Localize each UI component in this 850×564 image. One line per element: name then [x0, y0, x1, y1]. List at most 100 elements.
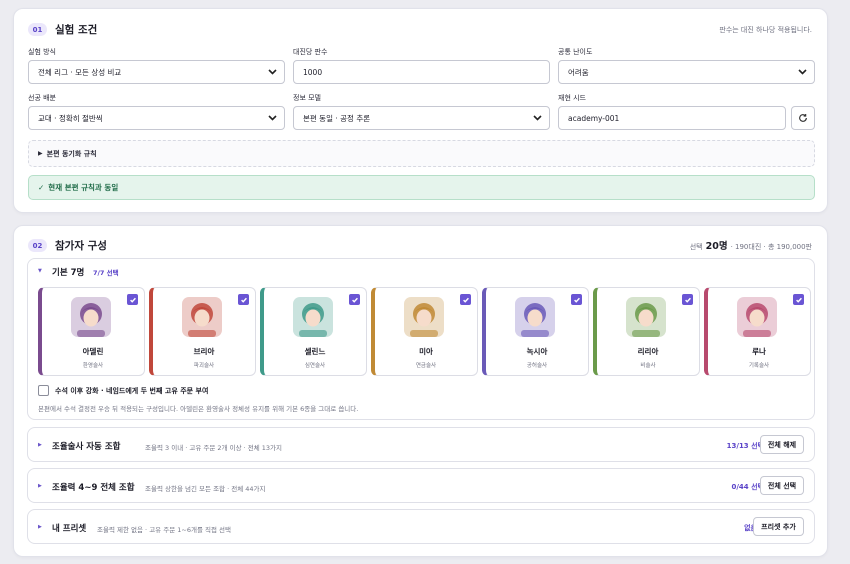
seed-value: academy-001 — [568, 113, 620, 123]
seed-label: 재현 시드 — [558, 94, 586, 102]
select-all-button[interactable]: 전체 선택 — [760, 476, 804, 495]
base-group-title: 기본 7명 — [52, 268, 85, 278]
chevron-down-icon — [268, 115, 277, 121]
participant-name: 녹시아 — [526, 347, 548, 356]
seed-input[interactable]: academy-001 — [558, 106, 786, 130]
participant-role: 심연술사 — [304, 363, 326, 369]
group-subtitle: 조율력 상한을 넘긴 모든 조합 · 전체 44가지 — [145, 485, 266, 493]
group-row: ▶ 조율술사 자동 조합 조율력 3 이내 · 고유 주문 2개 이상 · 전체… — [27, 427, 815, 462]
participant-avatar — [293, 297, 333, 337]
chevron-down-icon — [798, 69, 807, 75]
first-move-select[interactable]: 교대 · 정확히 절반씩 — [28, 106, 285, 130]
participant-name: 미아 — [419, 347, 433, 356]
caret-down-icon[interactable]: ▼ — [38, 268, 42, 274]
check-icon — [573, 297, 580, 303]
rounds-input[interactable]: 1000 — [293, 60, 550, 84]
base-participants-group: ▼ 기본 7명 7/7 선택 아델린 환영술사 브리아 파괴술사 셀린느 심연술사 미아 연금… — [27, 258, 815, 420]
rounds-hint: 판수는 대진 하나당 적용됩니다. — [719, 26, 812, 34]
rules-status-banner: ✓ 현재 본편 규칙과 동일 — [28, 175, 815, 200]
chevron-down-icon — [533, 115, 542, 121]
participant-card[interactable]: 녹시아공허술사 — [482, 287, 589, 376]
deselect-all-button[interactable]: 전체 해제 — [760, 435, 804, 454]
participant-role: 공허술사 — [526, 363, 548, 369]
participant-avatar — [515, 297, 555, 337]
sync-rules-toggle[interactable]: ▶ 본편 동기화 규칙 — [28, 140, 815, 167]
participant-card[interactable]: 루나 기록술사 — [704, 287, 811, 376]
enhancement-note: 본편에서 수석 결정전 우승 뒤 적용되는 구성입니다. 아델린은 환영술사 정… — [38, 405, 359, 413]
summary-rest: · 190대진 · 총 190,000판 — [730, 243, 812, 251]
participant-avatar — [626, 297, 666, 337]
first-move-label: 선공 배분 — [28, 94, 56, 102]
participant-card[interactable]: 아델린환영술사 — [38, 287, 145, 376]
section-number: 01 — [28, 23, 47, 36]
section-number: 02 — [28, 239, 47, 252]
check-icon — [795, 297, 802, 303]
caret-right-icon: ▶ — [38, 150, 43, 157]
participant-checkbox[interactable] — [571, 294, 582, 305]
caret-right-icon[interactable]: ▶ — [38, 524, 42, 530]
enhancement-checkbox[interactable] — [38, 385, 49, 396]
mode-select[interactable]: 전체 리그 · 모든 상성 비교 — [28, 60, 285, 84]
group-row: ▶ 내 프리셋 조율력 제한 없음 · 고유 주문 1~6개를 직접 선택 없음… — [27, 509, 815, 544]
participant-avatar — [404, 297, 444, 337]
enhancement-checkbox-label: 수석 이후 강화 · 네임드에게 두 번째 고유 주문 부여 — [55, 386, 209, 395]
check-icon: ✓ — [38, 183, 45, 192]
difficulty-select[interactable]: 어려움 — [558, 60, 815, 84]
summary-count: 20명 — [705, 241, 728, 252]
group-row: ▶ 조율력 4~9 전체 조합 조율력 상한을 넘긴 모든 조합 · 전체 44… — [27, 468, 815, 503]
check-icon — [129, 297, 136, 303]
participant-avatar — [737, 297, 777, 337]
first-move-value: 교대 · 정확히 절반씩 — [38, 113, 103, 123]
selection-summary: 선택 20명 · 190대진 · 총 190,000판 — [690, 238, 812, 252]
participant-avatar — [71, 297, 111, 337]
participant-checkbox[interactable] — [682, 294, 693, 305]
group-subtitle: 조율력 제한 없음 · 고유 주문 1~6개를 직접 선택 — [97, 526, 231, 534]
participant-role: 파괴술사 — [193, 363, 215, 369]
participant-card[interactable]: 미아연금술사 — [371, 287, 478, 376]
participant-checkbox[interactable] — [460, 294, 471, 305]
caret-right-icon[interactable]: ▶ — [38, 442, 42, 448]
check-icon — [240, 297, 247, 303]
participant-role: 비술사 — [640, 363, 656, 369]
difficulty-label: 공통 난이도 — [558, 48, 593, 56]
rounds-value: 1000 — [303, 67, 323, 77]
participant-name: 아델린 — [82, 347, 104, 356]
sync-rules-label: 본편 동기화 규칙 — [46, 149, 97, 158]
participant-name: 리리아 — [637, 347, 659, 356]
participant-role: 연금술사 — [415, 363, 437, 369]
info-model-select[interactable]: 본편 동일 · 공정 추론 — [293, 106, 550, 130]
participant-checkbox[interactable] — [349, 294, 360, 305]
participant-checkbox[interactable] — [238, 294, 249, 305]
base-group-count: 7/7 선택 — [93, 269, 119, 277]
chevron-down-icon — [268, 69, 277, 75]
experiment-conditions-card: 01 실험 조건 판수는 대진 하나당 적용됩니다. 실험 방식 전체 리그 ·… — [13, 8, 828, 213]
group-title: 조율술사 자동 조합 — [52, 442, 121, 452]
participant-name: 브리아 — [193, 347, 215, 356]
participant-name: 셀린느 — [304, 347, 326, 356]
mode-value: 전체 리그 · 모든 상성 비교 — [38, 67, 122, 77]
section-title: 참가자 구성 — [55, 240, 107, 252]
participant-card[interactable]: 리리아비술사 — [593, 287, 700, 376]
info-model-value: 본편 동일 · 공정 추론 — [303, 113, 371, 123]
participant-cards: 아델린 환영술사 브리아 파괴술사 셀린느 심연술사 미아 연금술사 녹시아 공허술사 리리아 비술사… — [38, 287, 811, 376]
check-icon — [684, 297, 691, 303]
rules-status-text: 현재 본편 규칙과 동일 — [48, 183, 119, 192]
section-header: 02 참가자 구성 — [28, 238, 107, 253]
info-model-label: 정보 모델 — [293, 94, 321, 102]
participant-card[interactable]: 브리아파괴술사 — [149, 287, 256, 376]
participant-role: 환영술사 — [82, 363, 104, 369]
refresh-seed-button[interactable] — [791, 106, 815, 130]
refresh-icon — [799, 114, 807, 122]
participant-role: 기록술사 — [748, 363, 770, 369]
check-icon — [351, 297, 358, 303]
enhancement-checkbox-row[interactable]: 수석 이후 강화 · 네임드에게 두 번째 고유 주문 부여 — [38, 385, 208, 396]
group-subtitle: 조율력 3 이내 · 고유 주문 2개 이상 · 전체 13가지 — [145, 444, 283, 452]
participant-card[interactable]: 셀린느심연술사 — [260, 287, 367, 376]
difficulty-value: 어려움 — [568, 67, 589, 77]
group-title: 조율력 4~9 전체 조합 — [52, 483, 135, 493]
participant-checkbox[interactable] — [793, 294, 804, 305]
participant-checkbox[interactable] — [127, 294, 138, 305]
add-preset-button[interactable]: 프리셋 추가 — [753, 517, 804, 536]
check-icon — [462, 297, 469, 303]
caret-right-icon[interactable]: ▶ — [38, 483, 42, 489]
